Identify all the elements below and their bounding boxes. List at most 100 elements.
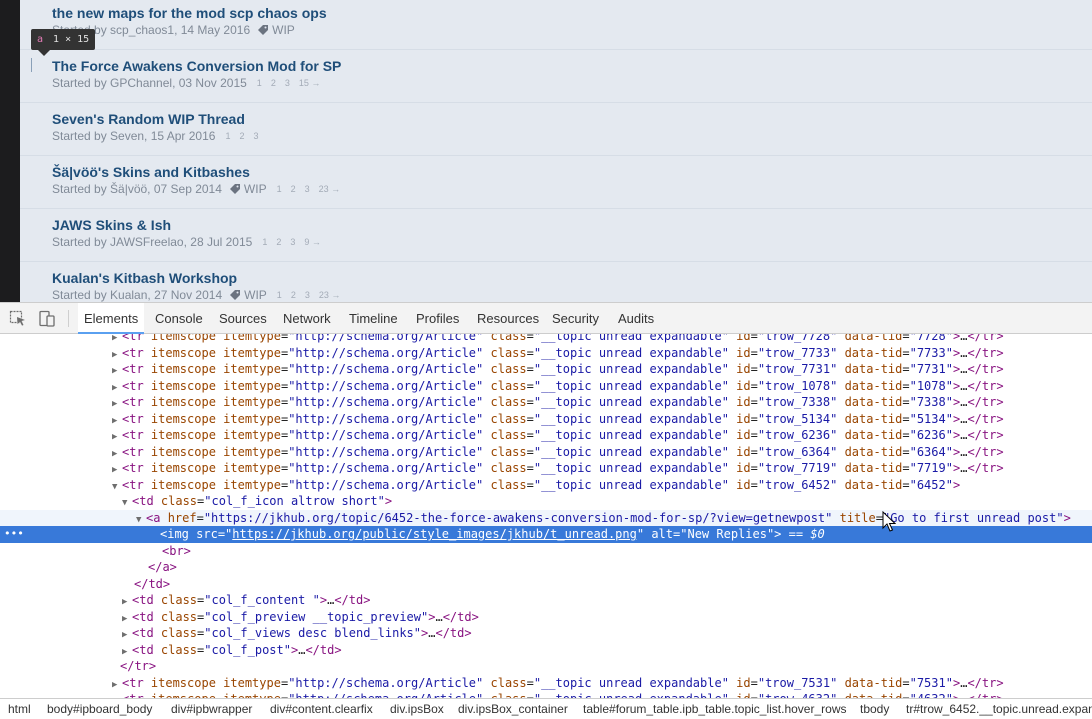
dom-node-tr[interactable]: ▶<tr itemscope itemtype="http://schema.o… — [112, 378, 1092, 395]
dom-node-br[interactable]: <br> — [152, 543, 1092, 560]
page-link[interactable]: 1 — [277, 290, 282, 300]
breadcrumb-item[interactable]: table#forum_table.ipb_table.topic_list.h… — [583, 702, 847, 716]
topic-title[interactable]: Šä|vöö's Skins and Kitbashes — [52, 164, 250, 180]
topic-title[interactable]: JAWS Skins & Ish — [52, 217, 171, 233]
dom-node-td[interactable]: ▶ <td class="col_f_views desc blend_links… — [122, 625, 1092, 642]
page-link[interactable]: 15 → — [299, 78, 321, 88]
dom-node-tr-expanded[interactable]: ▼ <tr itemscope itemtype="http://schema.o… — [112, 477, 1092, 494]
dom-node-tr[interactable]: ▶<tr itemscope itemtype="http://schema.o… — [112, 345, 1092, 362]
breadcrumb-item[interactable]: body#ipboard_body — [47, 702, 152, 716]
dom-node-tr[interactable]: ▶<tr itemscope itemtype="http://schema.o… — [112, 334, 1092, 345]
topic-meta: Started by Kualan, 27 Nov 2014 WIP 1 2 3… — [52, 288, 349, 302]
page-link[interactable]: 9 → — [304, 237, 321, 247]
page-link[interactable]: 2 — [291, 290, 296, 300]
page-link[interactable]: 3 — [290, 237, 295, 247]
topic-pagination: 1 2 3 23 → — [277, 290, 350, 300]
dom-node-tr[interactable]: ▶<tr itemscope itemtype="http://schema.o… — [112, 460, 1092, 477]
topic-row[interactable]: the new maps for the mod scp chaos ops S… — [20, 0, 1092, 50]
breadcrumb-item[interactable]: div#ipbwrapper — [171, 702, 252, 716]
dom-node-tr[interactable]: ▶<tr itemscope itemtype="http://schema.o… — [112, 411, 1092, 428]
page-link[interactable]: 3 — [253, 131, 258, 141]
page-link[interactable]: 23 → — [319, 184, 341, 194]
tab-network[interactable]: Network — [277, 303, 337, 334]
tag-icon — [229, 184, 240, 194]
dom-node-tr[interactable]: ▶<tr itemscope itemtype="http://schema.o… — [112, 394, 1092, 411]
page-link[interactable]: 3 — [285, 78, 290, 88]
topic-title[interactable]: The Force Awakens Conversion Mod for SP — [52, 58, 341, 74]
tab-sources[interactable]: Sources — [213, 303, 273, 334]
page-link[interactable]: 2 — [239, 131, 244, 141]
page-link[interactable]: 2 — [271, 78, 276, 88]
device-mode-icon[interactable] — [38, 310, 56, 327]
dom-node-close-a[interactable]: </a> — [138, 559, 1092, 576]
tab-audits[interactable]: Audits — [612, 303, 660, 334]
topic-pagination: 1 2 3 — [225, 131, 267, 141]
dom-breadcrumbs: html body#ipboard_body div#ipbwrapper di… — [0, 698, 1092, 719]
tag-icon — [230, 290, 241, 300]
breadcrumb-item[interactable]: div.ipsBox_container — [458, 702, 568, 716]
page-link[interactable]: 23 → — [319, 290, 341, 300]
topic-meta: Started by GPChannel, 03 Nov 2015 1 2 3 … — [52, 76, 329, 90]
dom-tree[interactable]: ▶ <tr itemscope itemtype="http://schema.o… — [0, 334, 1092, 698]
page-link[interactable]: 2 — [276, 237, 281, 247]
topic-title[interactable]: Seven's Random WIP Thread — [52, 111, 245, 127]
page-link[interactable]: 1 — [262, 237, 267, 247]
devtools-toolbar: Elements Console Sources Network Timelin… — [0, 303, 1092, 334]
dom-node-tr[interactable]: ▶<tr itemscope itemtype="http://schema.o… — [112, 691, 1092, 698]
dom-node-td[interactable]: ▶ <td class="col_f_content ">…</td> — [122, 592, 1092, 609]
topic-row[interactable]: The Force Awakens Conversion Mod for SP … — [20, 50, 1092, 103]
dom-node-tr[interactable]: ▶<tr itemscope itemtype="http://schema.o… — [112, 361, 1092, 378]
devtools-panel: Elements Console Sources Network Timelin… — [0, 302, 1092, 719]
breadcrumb-item[interactable]: tbody — [860, 702, 889, 716]
tab-elements[interactable]: Elements — [78, 303, 145, 334]
tab-security[interactable]: Security — [546, 303, 605, 334]
topic-tag[interactable]: WIP — [230, 288, 267, 302]
topic-pagination: 1 2 3 23 → — [277, 184, 350, 194]
hover-marker — [31, 58, 32, 72]
dom-node-tr[interactable]: ▶<tr itemscope itemtype="http://schema.o… — [112, 427, 1092, 444]
topic-byline: Started by Kualan, 27 Nov 2014 — [52, 288, 223, 302]
tab-timeline[interactable]: Timeline — [343, 303, 404, 334]
topic-row[interactable]: Kualan's Kitbash Workshop Started by Kua… — [20, 262, 1092, 302]
topic-title[interactable]: the new maps for the mod scp chaos ops — [52, 5, 327, 21]
node-actions-icon[interactable]: ••• — [4, 526, 24, 542]
dom-node-tr[interactable]: ▶<tr itemscope itemtype="http://schema.o… — [112, 444, 1092, 461]
breadcrumb-item[interactable]: div#content.clearfix — [270, 702, 373, 716]
topic-title[interactable]: Kualan's Kitbash Workshop — [52, 270, 237, 286]
dom-node-close-td[interactable]: </td> — [124, 576, 1092, 593]
tab-resources[interactable]: Resources — [471, 303, 545, 334]
topic-tag[interactable]: WIP — [258, 23, 295, 37]
breadcrumb-item[interactable]: tr#trow_6452.__topic.unread.expandable — [906, 702, 1092, 716]
page-link[interactable]: 2 — [291, 184, 296, 194]
dom-node-td[interactable]: ▶ <td class="col_f_preview __topic_previe… — [122, 609, 1092, 626]
tooltip-tag-name: a — [37, 34, 44, 45]
breadcrumb-item[interactable]: div.ipsBox — [390, 702, 444, 716]
breadcrumb-item[interactable]: html — [8, 702, 31, 716]
page-link[interactable]: 3 — [305, 184, 310, 194]
topic-tag-label: WIP — [243, 182, 267, 196]
page-link[interactable]: 1 — [277, 184, 282, 194]
topic-byline: Started by Seven, 15 Apr 2016 — [52, 129, 216, 143]
dom-node-img-selected[interactable]: ••• <img src="https://jkhub.org/public/s… — [0, 526, 1092, 543]
page-link[interactable]: 1 — [225, 131, 230, 141]
topic-row[interactable]: JAWS Skins & Ish Started by JAWSFreelao,… — [20, 209, 1092, 262]
page-link[interactable]: 1 — [257, 78, 262, 88]
dom-node-tr[interactable]: ▶<tr itemscope itemtype="http://schema.o… — [112, 675, 1092, 692]
tab-console[interactable]: Console — [149, 303, 209, 334]
tag-icon — [258, 25, 269, 35]
topic-row[interactable]: Seven's Random WIP Thread Started by Sev… — [20, 103, 1092, 156]
topic-tag[interactable]: WIP — [229, 182, 267, 196]
topic-row[interactable]: Šä|vöö's Skins and Kitbashes Started by … — [20, 156, 1092, 209]
dom-node-td[interactable]: ▼ <td class="col_f_icon altrow short"> — [122, 493, 1092, 510]
topic-meta: Started by Šä|vöö, 07 Sep 2014 WIP 1 2 3… — [52, 182, 349, 196]
tab-profiles[interactable]: Profiles — [410, 303, 465, 334]
dom-node-a[interactable]: ▼ <a href="https://jkhub.org/topic/6452-t… — [0, 509, 1092, 526]
topic-byline: Started by JAWSFreelao, 28 Jul 2015 — [52, 235, 253, 249]
mouse-pointer-icon — [882, 511, 896, 532]
toolbar-separator — [68, 310, 69, 327]
dom-node-close-tr[interactable]: </tr> — [110, 658, 1092, 675]
inspect-element-icon[interactable] — [9, 310, 27, 327]
dom-node-td[interactable]: ▶ <td class="col_f_post">…</td> — [122, 642, 1092, 659]
page-link[interactable]: 3 — [305, 290, 310, 300]
selected-node-marker: == $0 — [788, 527, 825, 541]
